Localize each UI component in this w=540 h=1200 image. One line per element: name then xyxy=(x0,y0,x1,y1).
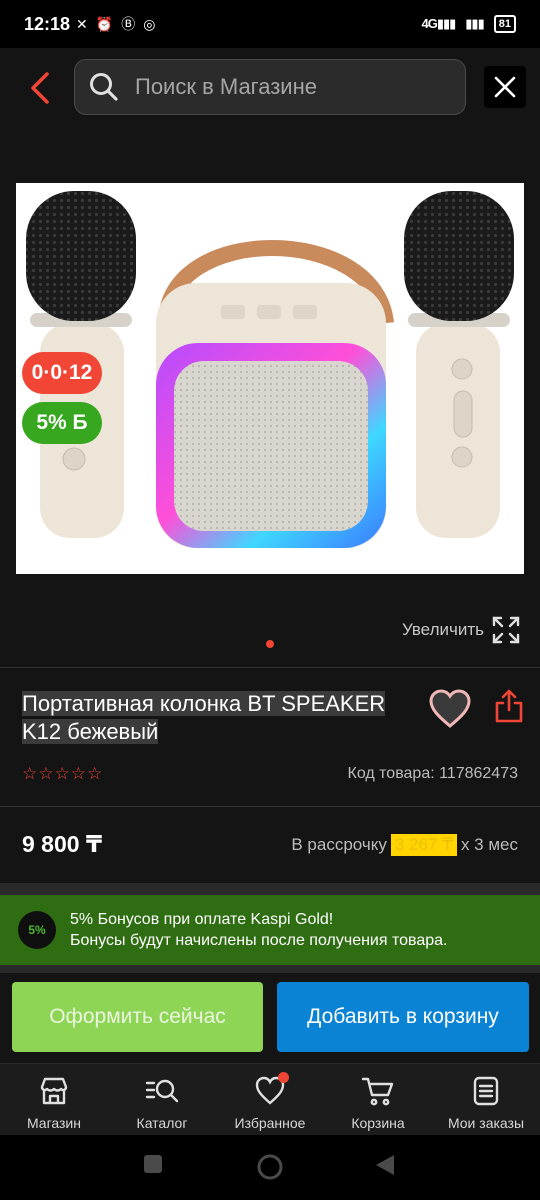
heart-icon xyxy=(429,689,471,728)
search-placeholder: Поиск в Магазине xyxy=(135,74,317,99)
back-button[interactable] xyxy=(22,68,58,108)
divider xyxy=(0,667,540,668)
section-separator xyxy=(0,883,540,895)
recent-apps-icon[interactable] xyxy=(142,1153,164,1175)
notification-b-icon: Ⓑ xyxy=(121,16,136,32)
product-price: 9 800 ₸ xyxy=(22,831,102,857)
nav-catalog-label: Каталог xyxy=(136,1115,188,1131)
mute-icon: ✕ xyxy=(76,15,88,32)
orders-icon xyxy=(469,1074,503,1108)
bonus-percent-icon: 5% xyxy=(18,911,56,949)
search-input[interactable]: Поиск в Магазине xyxy=(74,59,466,115)
divider xyxy=(0,806,540,807)
signal-2-icon: ▮▮▮ xyxy=(465,16,484,31)
cart-icon xyxy=(361,1074,395,1108)
instagram-icon: ◎ xyxy=(143,15,156,32)
share-icon xyxy=(495,689,523,723)
nav-store[interactable]: Магазин xyxy=(0,1064,108,1135)
back-nav-icon[interactable] xyxy=(374,1153,396,1177)
share-button[interactable] xyxy=(494,688,524,724)
checkout-now-button[interactable]: Оформить сейчас xyxy=(12,982,263,1052)
installment-info: В рассрочку 3 267 ₸ х 3 мес xyxy=(291,834,518,856)
add-to-cart-button[interactable]: Добавить в корзину xyxy=(277,982,529,1052)
signal-icon: 4G▮▮▮ xyxy=(421,16,456,31)
installment-amount: 3 267 ₸ xyxy=(390,834,457,856)
section-separator xyxy=(0,965,540,973)
zoom-label: Увеличить xyxy=(402,620,484,639)
notification-icons: ✕ ⏰ Ⓑ ◎ xyxy=(76,14,155,34)
nav-favorites-label: Избранное xyxy=(234,1115,306,1131)
nav-cart-label: Корзина xyxy=(351,1115,405,1131)
product-title: Портативная колонка BT SPEAKER K12 бежев… xyxy=(22,691,386,744)
close-icon xyxy=(494,76,516,98)
close-button[interactable] xyxy=(484,66,526,108)
bonus-text: 5% Бонусов при оплате Kaspi Gold! Бонусы… xyxy=(70,909,447,951)
header: Поиск в Магазине xyxy=(0,48,540,128)
system-icons: 4G▮▮▮ ▮▮▮ 81 xyxy=(421,15,516,33)
bottom-navigation: Магазин Каталог Избранное Корзина Мои за… xyxy=(0,1063,540,1135)
bonus-line-2: Бонусы будут начислены после получения т… xyxy=(70,932,448,949)
status-bar: 12:18 ✕ ⏰ Ⓑ ◎ 4G▮▮▮ ▮▮▮ 81 xyxy=(0,0,540,48)
rating-stars[interactable]: ☆☆☆☆☆ xyxy=(22,764,103,784)
catalog-search-icon xyxy=(145,1074,179,1108)
zoom-button[interactable]: Увеличить xyxy=(402,616,520,644)
installment-suffix: х 3 мес xyxy=(460,835,518,854)
expand-icon xyxy=(492,616,520,644)
bonus-badge: 5% Б xyxy=(22,402,102,444)
battery-icon: 81 xyxy=(493,15,516,33)
bonus-line-1: 5% Бонусов при оплате Kaspi Gold! xyxy=(70,911,334,928)
favorite-button[interactable] xyxy=(428,688,472,730)
installment-prefix: В рассрочку xyxy=(291,835,387,854)
nav-orders[interactable]: Мои заказы xyxy=(432,1064,540,1135)
search-icon xyxy=(90,73,118,101)
alarm-icon: ⏰ xyxy=(95,15,114,32)
bonus-banner: 5% 5% Бонусов при оплате Kaspi Gold! Бон… xyxy=(0,895,540,965)
nav-favorites[interactable]: Избранное xyxy=(216,1064,324,1135)
installment-badge: 0·0·12 xyxy=(22,352,102,394)
carousel-dot[interactable] xyxy=(266,640,274,648)
system-navigation-bar xyxy=(0,1135,540,1200)
store-icon xyxy=(37,1074,71,1108)
nav-catalog[interactable]: Каталог xyxy=(108,1064,216,1135)
status-time: 12:18 xyxy=(24,13,71,34)
nav-store-label: Магазин xyxy=(26,1115,81,1131)
notification-dot xyxy=(278,1072,289,1083)
chevron-left-icon xyxy=(31,72,49,104)
product-sku: Код товара: 117862473 xyxy=(347,765,519,782)
nav-cart[interactable]: Корзина xyxy=(324,1064,432,1135)
home-icon[interactable] xyxy=(256,1153,284,1181)
nav-orders-label: Мои заказы xyxy=(447,1115,525,1131)
